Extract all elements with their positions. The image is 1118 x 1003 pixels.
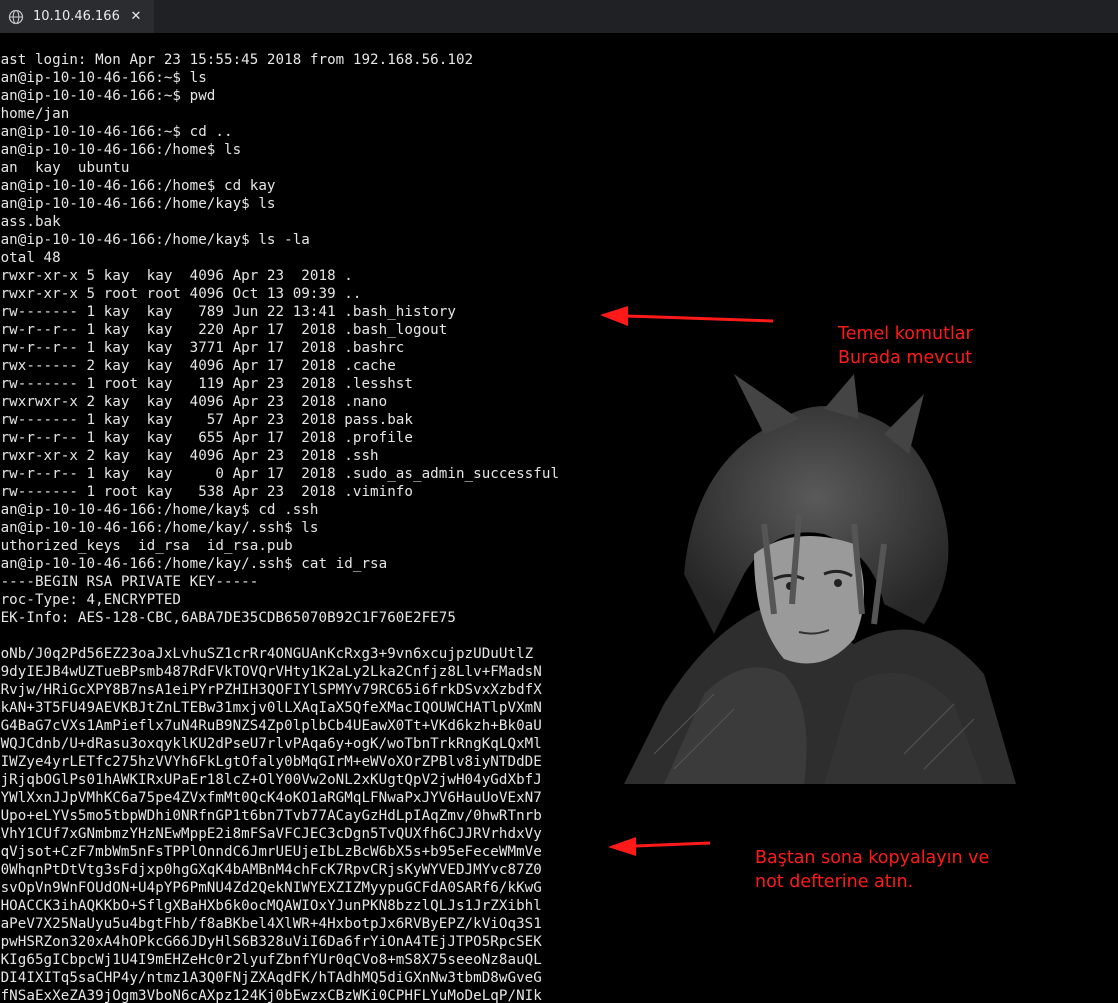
tab-title: 10.10.46.166 xyxy=(33,9,120,24)
arrow-icon xyxy=(608,837,711,856)
terminal-line: hWQJCdnb/U+dRasu3oxqyklKU2dPseU7rlvPAqa6… xyxy=(0,736,542,752)
terminal-line: lIWZye4yrLETfc275hzVVYh6FkLgtOfaly0bMqGI… xyxy=(0,754,542,770)
terminal-line: jan@ip-10-10-46-166:/home/kay$ cd .ssh xyxy=(0,502,319,518)
terminal-line: jan@ip-10-10-46-166:~$ ls xyxy=(0,70,207,86)
close-icon[interactable]: ✕ xyxy=(129,9,143,24)
terminal-line: total 48 xyxy=(0,250,61,266)
anime-character-illustration xyxy=(624,374,1016,784)
terminal-line: Last login: Mon Apr 23 15:55:45 2018 fro… xyxy=(0,52,474,68)
terminal-line: VfNSaExXeZA39jOgm3VboN6cAXpz124Kj0bEwzxC… xyxy=(0,988,542,1003)
terminal-line: pass.bak xyxy=(0,214,61,230)
terminal-line: jan@ip-10-10-46-166:/home/kay$ ls xyxy=(0,196,276,212)
terminal-line: jan@ip-10-10-46-166:~$ cd .. xyxy=(0,124,233,140)
terminal-line: IoNb/J0q2Pd56EZ23oaJxLvhuSZ1crRr4ONGUAnK… xyxy=(0,646,534,662)
terminal-line: jan@ip-10-10-46-166:/home/kay/.ssh$ ls xyxy=(0,520,319,536)
annotation-note-bottom: Baştan sona kopyalayın ve not defterine … xyxy=(755,848,990,892)
terminal-line: -rw------- 1 kay kay 789 Jun 22 13:41 .b… xyxy=(0,304,456,320)
annotation-note-top: Temel komutlar Burada mevcut xyxy=(838,324,973,368)
terminal-line: jan@ip-10-10-46-166:/home$ ls xyxy=(0,142,242,158)
terminal-line: -rw-r--r-- 1 kay kay 3771 Apr 17 2018 .b… xyxy=(0,340,405,356)
browser-tab[interactable]: 10.10.46.166 ✕ xyxy=(0,0,154,33)
terminal-line: -rw------- 1 root kay 119 Apr 23 2018 .l… xyxy=(0,376,413,392)
terminal-output: Last login: Mon Apr 23 15:55:45 2018 fro… xyxy=(0,51,559,1003)
terminal-line: Proc-Type: 4,ENCRYPTED xyxy=(0,592,182,608)
terminal-line: jan@ip-10-10-46-166:/home/kay$ ls -la xyxy=(0,232,310,248)
terminal-line: jan@ip-10-10-46-166:~$ pwd xyxy=(0,88,216,104)
terminal-line: LYWlXxnJJpVMhKC6a75pe4ZVxfmMt0QcK4oKO1aR… xyxy=(0,790,542,806)
terminal-line: B0WhqnPtDtVtg3sFdjxp0hgGXqK4bAMBnM4chFcK… xyxy=(0,862,542,878)
terminal-line: VqVjsot+CzF7mbWm5nFsTPPlOnndC6JmrUEUjeIb… xyxy=(0,844,542,860)
terminal-line: VaPeV7X25NaUyu5u4bgtFhb/f8aBKbel4XlWR+4H… xyxy=(0,916,542,932)
terminal-line: jan kay ubuntu xyxy=(0,160,130,176)
terminal-line: drwxr-xr-x 5 kay kay 4096 Apr 23 2018 . xyxy=(0,268,353,284)
terminal-line: drwxr-xr-x 2 kay kay 4096 Apr 23 2018 .s… xyxy=(0,448,379,464)
terminal-line: 4DI4IXITq5saCHP4y/ntmz1A3Q0FNjZXAqdFK/hT… xyxy=(0,970,542,986)
terminal-line: authorized_keys id_rsa id_rsa.pub xyxy=(0,538,293,554)
terminal-line: RVhY1CUf7xGNmbmzYHzNEwMppE2i8mFSaVFCJEC3… xyxy=(0,826,542,842)
terminal-line: -rw------- 1 root kay 538 Apr 23 2018 .v… xyxy=(0,484,413,500)
terminal-line: DEK-Info: AES-128-CBC,6ABA7DE35CDB65070B… xyxy=(0,610,456,626)
terminal-line: -----BEGIN RSA PRIVATE KEY----- xyxy=(0,574,259,590)
terminal-line: lG4BaG7cVXs1AmPieflx7uN4RuB9NZS4Zp0lplbC… xyxy=(0,718,542,734)
terminal-line: AkAN+3T5FU49AEVKBJtZnLTEBw31mxjv0lLXAqIa… xyxy=(0,700,542,716)
terminal-line: GpwHSRZon320xA4hOPkcG66JDyHlS6B328uViI6D… xyxy=(0,934,542,950)
terminal-line: drwx------ 2 kay kay 4096 Apr 17 2018 .c… xyxy=(0,358,396,374)
terminal-line: ysvOpVn9WnFOUdON+U4pYP6PmNU4Zd2QekNIWYEX… xyxy=(0,880,542,896)
terminal-line: -rw------- 1 kay kay 57 Apr 23 2018 pass… xyxy=(0,412,413,428)
terminal-line: 3jRjqbOGlPs01hAWKIRxUPaEr18lcZ+OlY00Vw2o… xyxy=(0,772,542,788)
globe-icon xyxy=(8,9,24,25)
terminal-line: -rw-r--r-- 1 kay kay 655 Apr 17 2018 .pr… xyxy=(0,430,413,446)
terminal-line: drwxr-xr-x 5 root root 4096 Oct 13 09:39… xyxy=(0,286,362,302)
terminal-line: jan@ip-10-10-46-166:/home/kay/.ssh$ cat … xyxy=(0,556,388,572)
terminal-window[interactable]: Last login: Mon Apr 23 15:55:45 2018 fro… xyxy=(0,34,1118,1003)
arrow-icon xyxy=(600,306,774,326)
terminal-line: jan@ip-10-10-46-166:/home$ cd kay xyxy=(0,178,276,194)
terminal-line: o9dyIEJB4wUZTueBPsmb487RdFVkTOVQrVHty1K2… xyxy=(0,664,542,680)
terminal-line: drwxrwxr-x 2 kay kay 4096 Apr 23 2018 .n… xyxy=(0,394,388,410)
terminal-line: XRvjw/HRiGcXPY8B7nsA1eiPYrPZHIH3QOFIYlSP… xyxy=(0,682,542,698)
tab-bar: 10.10.46.166 ✕ xyxy=(0,0,1118,33)
terminal-line: -rw-r--r-- 1 kay kay 0 Apr 17 2018 .sudo… xyxy=(0,466,560,482)
terminal-line: QKIg65gICbpcWj1U4I9mEHZeHc0r2lyufZbnfYUr… xyxy=(0,952,542,968)
terminal-line: bUpo+eLYVs5mo5tbpWDhi0NRfnGP1t6bn7Tvb77A… xyxy=(0,808,542,824)
terminal-line: oHOACCK3ihAQKKbO+SflgXBaHXb6k0ocMQAWIOxY… xyxy=(0,898,542,914)
terminal-line: /home/jan xyxy=(0,106,70,122)
terminal-line: -rw-r--r-- 1 kay kay 220 Apr 17 2018 .ba… xyxy=(0,322,448,338)
